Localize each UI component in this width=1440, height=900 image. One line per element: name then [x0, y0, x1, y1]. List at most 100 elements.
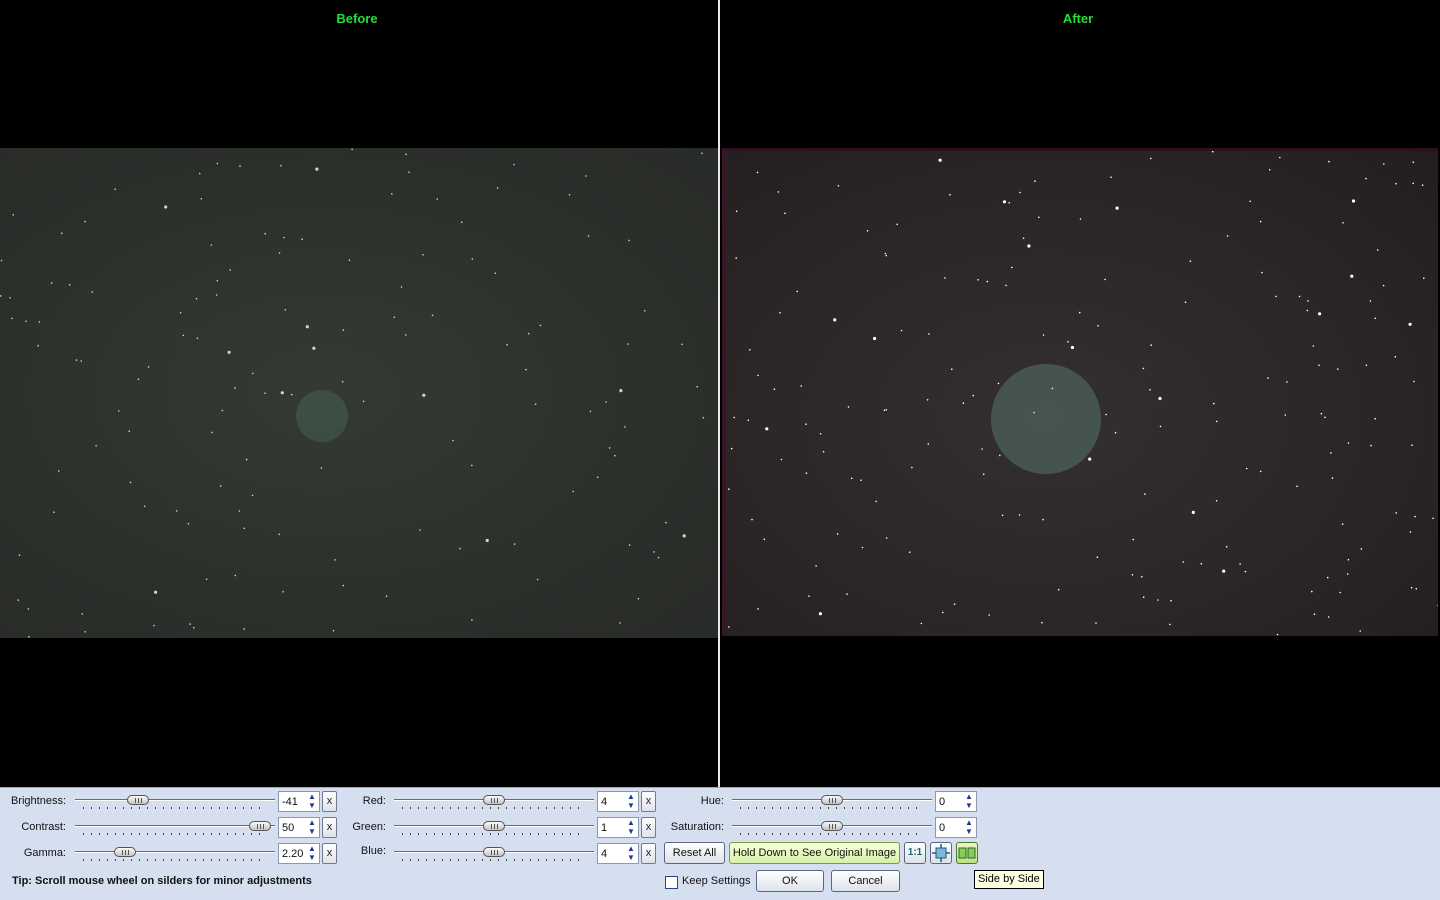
star: [1042, 518, 1044, 521]
star: [1337, 368, 1339, 370]
star: [1211, 151, 1214, 153]
spin-down-icon[interactable]: ▼: [963, 827, 975, 836]
star: [927, 443, 930, 445]
star: [348, 259, 351, 261]
gamma-label: Gamma:: [23, 847, 66, 859]
star: [471, 258, 474, 260]
star: [884, 252, 887, 255]
star: [251, 494, 254, 497]
ok-button[interactable]: OK: [756, 870, 824, 892]
star: [1409, 531, 1412, 533]
spin-down-icon[interactable]: ▼: [625, 853, 637, 862]
star: [75, 359, 78, 361]
star: [619, 622, 621, 624]
spin-down-icon[interactable]: ▼: [306, 827, 318, 836]
green-spinbox[interactable]: 1 ▲ ▼: [597, 817, 639, 838]
spin-up-icon[interactable]: ▲: [963, 818, 975, 827]
brightness-slider-thumb[interactable]: [127, 795, 150, 805]
star: [735, 257, 737, 259]
spin-up-icon[interactable]: ▲: [625, 844, 637, 853]
one-to-one-button[interactable]: 1:1: [904, 842, 926, 864]
hue-slider[interactable]: [732, 793, 932, 811]
star: [637, 597, 640, 600]
star: [1412, 182, 1414, 185]
star: [1360, 548, 1363, 550]
star: [18, 554, 21, 556]
fit-to-window-button[interactable]: [930, 842, 952, 864]
saturation-slider[interactable]: [732, 819, 932, 837]
red-reset-button[interactable]: x: [641, 791, 656, 812]
star: [1275, 295, 1277, 298]
side-by-side-button[interactable]: [956, 842, 978, 864]
blue-value[interactable]: 4: [601, 848, 607, 860]
star: [283, 236, 285, 239]
star: [179, 312, 182, 314]
green-slider[interactable]: [394, 819, 594, 837]
blue-slider[interactable]: [394, 845, 594, 863]
hue-value[interactable]: 0: [939, 796, 945, 808]
star: [1189, 260, 1192, 262]
contrast-value[interactable]: 50: [282, 822, 294, 834]
gamma-spinbox[interactable]: 2.20 ▲ ▼: [278, 843, 320, 864]
spin-down-icon[interactable]: ▼: [963, 801, 975, 810]
spin-down-icon[interactable]: ▼: [306, 801, 318, 810]
split-divider[interactable]: [718, 0, 720, 787]
spin-down-icon[interactable]: ▼: [625, 827, 637, 836]
saturation-spinbox[interactable]: 0 ▲ ▼: [935, 817, 977, 838]
saturation-slider-thumb[interactable]: [821, 821, 843, 831]
spin-up-icon[interactable]: ▲: [306, 792, 318, 801]
green-label: Green:: [352, 821, 386, 833]
hold-original-button[interactable]: Hold Down to See Original Image: [729, 842, 900, 864]
red-spinbox[interactable]: 4 ▲ ▼: [597, 791, 639, 812]
red-slider[interactable]: [394, 793, 594, 811]
cancel-button[interactable]: Cancel: [831, 870, 900, 892]
brightness-slider[interactable]: [75, 793, 275, 811]
contrast-slider-thumb[interactable]: [248, 821, 271, 831]
star: [1096, 556, 1099, 558]
star: [1341, 523, 1344, 525]
blue-spinbox[interactable]: 4 ▲ ▼: [597, 843, 639, 864]
star: [756, 171, 759, 174]
spin-up-icon[interactable]: ▲: [963, 792, 975, 801]
star: [1067, 341, 1069, 343]
green-value[interactable]: 1: [601, 822, 607, 834]
star: [1018, 514, 1021, 516]
red-slider-thumb[interactable]: [483, 795, 505, 805]
tooltip: Side by Side: [974, 870, 1044, 889]
saturation-value[interactable]: 0: [939, 822, 945, 834]
blue-label: Blue:: [360, 845, 386, 857]
spin-up-icon[interactable]: ▲: [306, 844, 318, 853]
red-value[interactable]: 4: [601, 796, 607, 808]
spin-down-icon[interactable]: ▼: [306, 853, 318, 862]
spin-up-icon[interactable]: ▲: [625, 792, 637, 801]
star: [408, 171, 410, 173]
spin-down-icon[interactable]: ▼: [625, 801, 637, 810]
gamma-slider[interactable]: [75, 845, 275, 863]
blue-slider-thumb[interactable]: [483, 847, 505, 857]
star: [234, 387, 236, 389]
contrast-slider[interactable]: [75, 819, 275, 837]
keep-settings-checkbox[interactable]: [665, 876, 678, 889]
star: [1296, 485, 1298, 488]
green-slider-thumb[interactable]: [483, 821, 505, 831]
brightness-spinbox[interactable]: -41 ▲ ▼: [278, 791, 320, 812]
keep-settings-label[interactable]: Keep Settings: [682, 875, 751, 887]
star: [605, 401, 607, 403]
star: [1001, 514, 1004, 517]
star: [393, 316, 396, 318]
star: [91, 291, 93, 293]
spin-up-icon[interactable]: ▲: [625, 818, 637, 827]
reset-all-button[interactable]: Reset All: [664, 842, 725, 864]
hue-spinbox[interactable]: 0 ▲ ▼: [935, 791, 977, 812]
star: [351, 148, 353, 151]
hue-slider-thumb[interactable]: [821, 795, 843, 805]
star: [1131, 574, 1134, 576]
contrast-spinbox[interactable]: 50 ▲ ▼: [278, 817, 320, 838]
gamma-slider-thumb[interactable]: [114, 847, 137, 857]
spin-up-icon[interactable]: ▲: [306, 818, 318, 827]
gamma-value[interactable]: 2.20: [282, 848, 303, 860]
green-reset-button[interactable]: x: [641, 817, 656, 838]
brightness-value[interactable]: -41: [282, 796, 298, 808]
star: [1394, 355, 1397, 358]
blue-reset-button[interactable]: x: [641, 843, 656, 864]
